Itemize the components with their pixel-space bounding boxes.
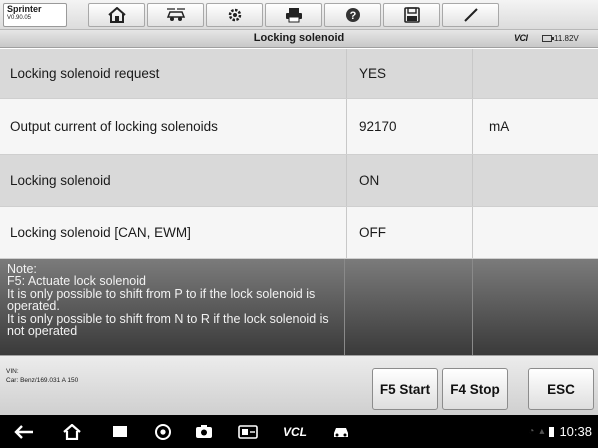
- note-text: Note: F5: Actuate lock solenoid It is on…: [7, 262, 329, 339]
- save-button[interactable]: [383, 3, 440, 27]
- vcl-button[interactable]: VCL: [280, 415, 310, 448]
- page-title: Locking solenoid: [253, 32, 345, 44]
- row-value: ON: [347, 155, 473, 206]
- function-bar: VIN: Car: Benz/169.031 A 150 F5 Start F4…: [0, 355, 598, 415]
- vci-status: VCI: [514, 33, 528, 43]
- car-label: Car: Benz/169.031 A 150: [6, 377, 79, 384]
- back-button[interactable]: [12, 415, 36, 448]
- camera-button[interactable]: [193, 415, 215, 448]
- camera-icon: [196, 425, 212, 438]
- row-value: YES: [347, 49, 473, 98]
- row-value: OFF: [347, 207, 473, 258]
- app-identity: Sprinter V0.90.05: [3, 3, 67, 27]
- signal-icon: ▴: [539, 426, 545, 437]
- recent-apps-icon: [113, 425, 127, 437]
- chrome-icon: [155, 423, 171, 440]
- system-nav-bar: VCL ◔ ▴ 10:38: [0, 415, 598, 448]
- screen-mirror-icon: [238, 424, 258, 439]
- car-icon: [334, 427, 348, 437]
- car-button[interactable]: [330, 415, 352, 448]
- row-unit: [473, 155, 598, 206]
- vehicle-swap-icon: [166, 8, 185, 21]
- table-row[interactable]: Locking solenoid ON: [0, 155, 598, 207]
- row-unit: mA: [489, 119, 510, 134]
- battery-icon: [549, 426, 555, 437]
- home-icon: [107, 7, 126, 23]
- f4-stop-button[interactable]: F4 Stop: [442, 368, 508, 410]
- note-divider: [472, 259, 473, 355]
- browser-button[interactable]: [152, 415, 174, 448]
- edit-icon: [463, 8, 478, 22]
- table-row[interactable]: Locking solenoid request YES: [0, 49, 598, 99]
- note-panel: Note: F5: Actuate lock solenoid It is on…: [0, 259, 598, 355]
- wifi-icon: ◔: [528, 426, 535, 437]
- battery-voltage: 11.82V: [542, 34, 579, 43]
- vcl-label: VCL: [283, 424, 307, 439]
- top-toolbar: Sprinter V0.90.05 ?: [0, 0, 598, 30]
- save-icon: [403, 7, 420, 23]
- row-name: Locking solenoid request: [0, 49, 347, 98]
- f5-start-button[interactable]: F5 Start: [372, 368, 438, 410]
- back-icon: [14, 424, 33, 439]
- note-divider: [344, 259, 345, 355]
- vehicle-swap-button[interactable]: [147, 3, 204, 27]
- row-name: Locking solenoid: [0, 155, 347, 206]
- settings-icon: [228, 8, 241, 22]
- print-icon: [285, 8, 302, 23]
- vehicle-info: VIN: Car: Benz/169.031 A 150: [6, 367, 78, 385]
- edit-button[interactable]: [442, 3, 499, 27]
- help-icon: ?: [345, 8, 360, 22]
- app-name: Sprinter: [7, 4, 42, 14]
- row-unit: [473, 49, 598, 98]
- settings-button[interactable]: [206, 3, 263, 27]
- app-version: V0.90.05: [7, 15, 32, 21]
- battery-voltage-value: 11.82V: [554, 34, 579, 43]
- home-icon: [63, 423, 81, 440]
- vin-label: VIN:: [6, 368, 19, 375]
- svg-text:?: ?: [349, 10, 356, 22]
- screen-mirror-button[interactable]: [236, 415, 260, 448]
- recent-apps-button[interactable]: [109, 415, 131, 448]
- row-name: Locking solenoid [CAN, EWM]: [0, 207, 347, 258]
- esc-button[interactable]: ESC: [528, 368, 594, 410]
- row-name: Output current of locking solenoids: [0, 99, 347, 154]
- android-home-button[interactable]: [60, 415, 84, 448]
- status-area: ◔ ▴ 10:38: [528, 415, 592, 448]
- table-row[interactable]: Locking solenoid [CAN, EWM] OFF: [0, 207, 598, 259]
- help-button[interactable]: ?: [324, 3, 381, 27]
- home-button[interactable]: [88, 3, 145, 27]
- clock: 10:38: [559, 424, 592, 439]
- title-bar: Locking solenoid VCI 11.82V: [0, 30, 598, 48]
- row-value: 92170: [347, 99, 473, 154]
- battery-icon: [542, 35, 554, 42]
- table-row[interactable]: Output current of locking solenoids 9217…: [0, 99, 598, 155]
- print-button[interactable]: [265, 3, 322, 27]
- row-unit: [473, 207, 598, 258]
